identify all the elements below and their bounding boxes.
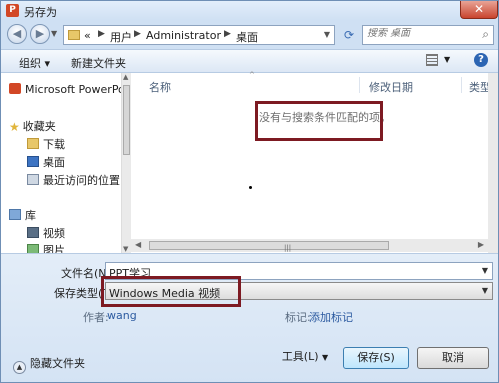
video-icon: [27, 227, 39, 238]
column-divider[interactable]: [461, 77, 462, 93]
recent-places-icon: [27, 174, 39, 185]
sidebar-item-label: 最近访问的位置: [43, 174, 120, 187]
author-label: 作者:: [83, 311, 109, 324]
sidebar-item-recent-places[interactable]: 最近访问的位置: [27, 172, 120, 188]
file-list-vertical-scrollbar[interactable]: [488, 73, 498, 253]
sidebar-item-favorites[interactable]: ★ 收藏夹: [9, 118, 56, 134]
save-button[interactable]: 保存(S): [343, 347, 409, 369]
sort-indicator-icon: ^: [249, 71, 255, 79]
column-divider[interactable]: [359, 77, 360, 93]
sidebar-item-label: 图片: [43, 244, 65, 253]
hide-folders-toggle[interactable]: ▲ 隐藏文件夹: [13, 355, 85, 374]
sidebar-item-label: Microsoft PowerPo: [25, 83, 121, 96]
cancel-button[interactable]: 取消: [417, 347, 489, 369]
hide-folders-label: 隐藏文件夹: [30, 357, 85, 370]
scroll-right-icon[interactable]: ▶: [478, 240, 484, 249]
chevron-down-icon[interactable]: ▼: [482, 286, 488, 295]
library-icon: [9, 209, 21, 220]
chevron-down-icon[interactable]: ▼: [482, 266, 488, 275]
scroll-left-icon[interactable]: ◀: [135, 240, 141, 249]
refresh-icon[interactable]: ⟳: [339, 25, 359, 45]
sidebar-item-label: 下载: [43, 138, 65, 151]
sidebar-item-downloads[interactable]: 下载: [27, 136, 65, 152]
annotation-highlight-box: [255, 101, 383, 141]
view-options-icon[interactable]: [426, 54, 438, 66]
scrollbar-thumb[interactable]: |||: [149, 241, 389, 252]
chevron-down-icon: ▼: [322, 353, 329, 362]
sidebar-item-videos[interactable]: 视频: [27, 225, 65, 241]
close-button[interactable]: ✕: [460, 1, 498, 19]
scrollbar-thumb[interactable]: [123, 85, 130, 155]
breadcrumb-separator-icon[interactable]: ▶: [224, 29, 231, 39]
tools-button[interactable]: 工具(L) ▼: [275, 347, 335, 369]
search-box[interactable]: ⌕: [362, 25, 494, 45]
new-folder-button[interactable]: 新建文件夹: [71, 55, 126, 71]
powerpoint-app-icon: P: [6, 4, 19, 17]
sidebar-item-powerpoint[interactable]: Microsoft PowerPo: [9, 83, 121, 96]
pictures-icon: [27, 244, 39, 253]
tools-label: 工具(L): [281, 350, 319, 363]
author-value[interactable]: wang: [107, 309, 137, 322]
address-bar[interactable]: « ▶ 用户 ▶ Administrator ▶ 桌面 ▼: [63, 25, 335, 45]
mouse-cursor-dot: [249, 186, 252, 189]
powerpoint-icon: [9, 83, 21, 94]
breadcrumb-administrator[interactable]: Administrator: [146, 29, 221, 42]
breadcrumb-users[interactable]: 用户: [110, 29, 132, 45]
sidebar-item-label: 桌面: [43, 156, 65, 169]
sidebar-item-label: 视频: [43, 227, 65, 240]
annotation-highlight-box: [101, 276, 241, 307]
window-title: 另存为: [24, 6, 57, 19]
tags-label: 标记:: [285, 311, 311, 324]
organize-button[interactable]: 组织 ▾: [19, 55, 50, 71]
folder-icon: [68, 30, 80, 40]
grip-icon: |||: [284, 244, 292, 252]
back-button[interactable]: ◀: [7, 24, 27, 44]
file-list: ^ 名称 修改日期 类型 没有与搜索条件匹配的项。: [131, 71, 498, 253]
column-header-date-modified[interactable]: 修改日期: [369, 79, 413, 95]
sidebar-item-pictures[interactable]: 图片: [27, 242, 65, 253]
download-folder-icon: [27, 138, 39, 149]
recent-pages-dropdown-icon[interactable]: ▼: [51, 29, 57, 38]
search-icon[interactable]: ⌕: [482, 27, 489, 42]
forward-button[interactable]: ▶: [30, 24, 50, 44]
navigation-row: ◀ ▶ ▼ « ▶ 用户 ▶ Administrator ▶ 桌面 ▼ ⟳ ⌕: [1, 21, 498, 49]
save-as-dialog: P 另存为 ✕ ◀ ▶ ▼ « ▶ 用户 ▶ Administrator ▶ 桌…: [0, 0, 499, 383]
sidebar-item-label: 收藏夹: [22, 120, 56, 133]
sidebar-item-libraries[interactable]: 库: [9, 207, 36, 223]
star-icon: ★: [9, 120, 20, 134]
navigation-pane-scrollbar[interactable]: ▲ ▼: [121, 73, 131, 253]
file-list-horizontal-scrollbar[interactable]: ◀ ||| ▶: [131, 239, 488, 252]
desktop-icon: [27, 156, 39, 167]
scroll-down-icon[interactable]: ▼: [123, 245, 128, 253]
title-bar: P 另存为 ✕: [1, 1, 498, 21]
sidebar-item-label: 库: [25, 209, 36, 222]
search-input[interactable]: [367, 28, 467, 39]
save-form: 文件名(N): PPT学习 ▼ 保存类型(T): Windows Media 视…: [1, 253, 498, 382]
command-toolbar: 组织 ▾ 新建文件夹 ▼ ?: [1, 49, 498, 73]
address-dropdown-icon[interactable]: ▼: [324, 30, 330, 39]
scroll-up-icon[interactable]: ▲: [123, 73, 128, 81]
breadcrumb-desktop[interactable]: 桌面: [236, 29, 258, 45]
breadcrumb-separator-icon[interactable]: ▶: [98, 29, 105, 39]
column-header-name[interactable]: 名称: [149, 79, 171, 95]
breadcrumb-separator-icon[interactable]: ▶: [134, 29, 141, 39]
navigation-pane: Microsoft PowerPo ★ 收藏夹 下载 桌面 最近访问的位置 库 视…: [1, 73, 121, 253]
chevron-up-icon: ▲: [13, 361, 26, 374]
help-icon[interactable]: ?: [474, 53, 488, 67]
sidebar-item-desktop[interactable]: 桌面: [27, 154, 65, 170]
breadcrumb-overflow[interactable]: «: [84, 29, 91, 42]
add-tags-link[interactable]: 添加标记: [309, 309, 353, 325]
view-dropdown-icon[interactable]: ▼: [444, 55, 450, 64]
